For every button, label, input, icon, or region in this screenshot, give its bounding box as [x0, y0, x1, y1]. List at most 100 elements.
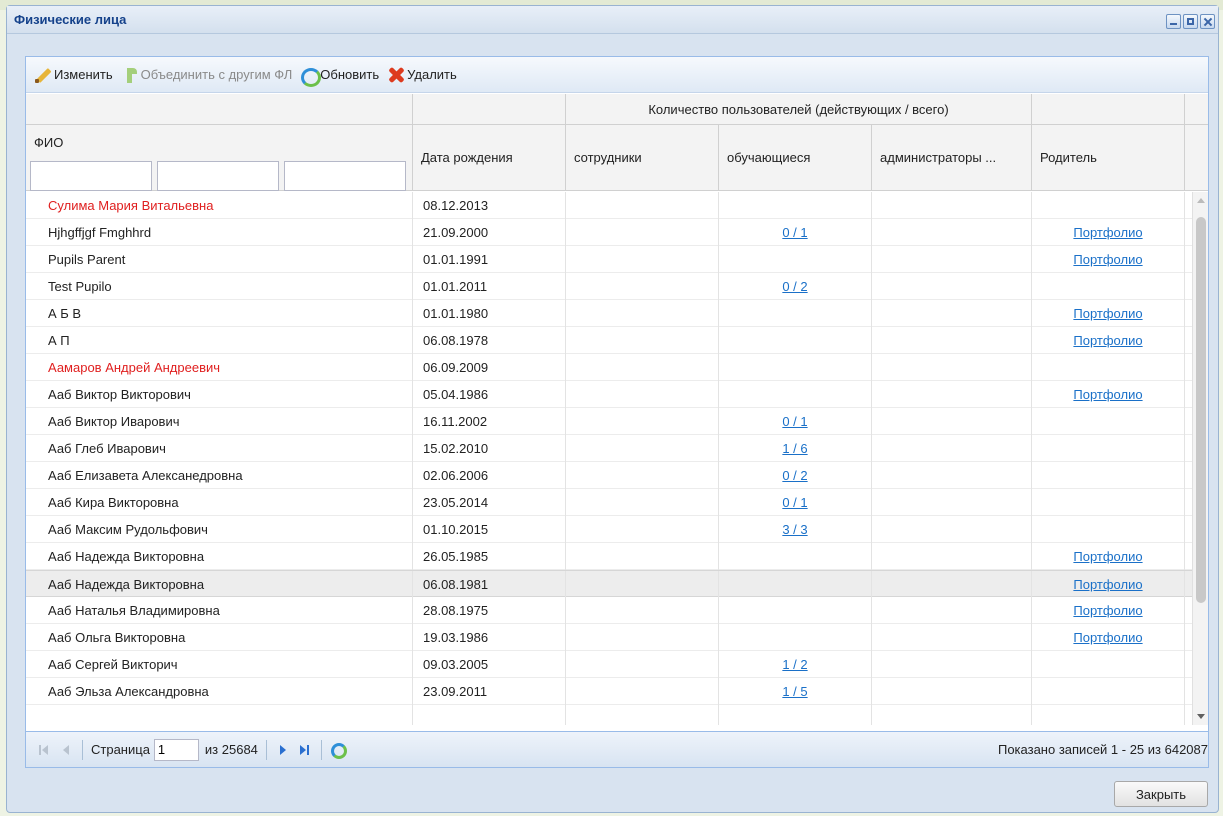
table-row[interactable]: Pupils Parent 01.01.1991 Портфолио [26, 246, 1192, 273]
pager-separator [265, 739, 267, 760]
students-count-link[interactable]: 3 / 3 [782, 522, 807, 537]
students-count-link[interactable]: 1 / 5 [782, 684, 807, 699]
minimize-icon[interactable] [1166, 14, 1181, 29]
pager-refresh-icon[interactable] [330, 742, 347, 759]
portfolio-link[interactable]: Портфолио [1073, 225, 1142, 240]
table-row[interactable]: Ааб Надежда Викторовна 06.08.1981 Портфоли… [26, 570, 1192, 598]
column-header-admins[interactable]: администраторы ... [872, 125, 1032, 190]
cell-admins [872, 624, 1032, 651]
column-header-birth-date[interactable]: Дата рождения [413, 125, 566, 190]
filter-name-input[interactable] [157, 161, 279, 191]
cell-admins [872, 246, 1032, 273]
window-physical-persons: Физические лица Изменить Объединить с др… [6, 5, 1219, 813]
students-count-link[interactable]: 0 / 2 [782, 279, 807, 294]
table-row[interactable]: А П 06.08.1978 Портфолио [26, 327, 1192, 354]
portfolio-link[interactable]: Портфолио [1073, 252, 1142, 267]
prev-page-icon[interactable] [58, 742, 74, 758]
table-row[interactable]: Сулима Мария Витальевна 08.12.2013 [26, 192, 1192, 219]
cell-birth-date: 01.01.1991 [413, 246, 566, 273]
grid-header-group-row: Количество пользователей (действующих / … [26, 94, 1208, 125]
table-row[interactable]: Hjhgffjgf Fmghhrd 21.09.2000 0 / 1 Портфоли… [26, 219, 1192, 246]
page-number-input[interactable] [153, 738, 199, 761]
edit-button[interactable]: Изменить [34, 66, 113, 84]
students-count-link[interactable]: 0 / 1 [782, 225, 807, 240]
birth-date: 01.10.2015 [423, 522, 489, 537]
birth-date: 05.04.1986 [423, 387, 489, 402]
last-page-icon[interactable] [297, 742, 313, 758]
table-row[interactable] [26, 705, 1192, 725]
table-row[interactable]: Ааб Надежда Викторовна 26.05.1985 Портфоли… [26, 543, 1192, 570]
filter-patronymic-input[interactable] [284, 161, 406, 191]
cell-students: 1 / 2 [719, 651, 872, 678]
cell-parent [1032, 489, 1185, 516]
cell-parent: Портфолио [1032, 624, 1185, 651]
table-row[interactable]: А Б В 01.01.1980 Портфолио [26, 300, 1192, 327]
scroll-up-icon[interactable] [1197, 198, 1205, 203]
vertical-scrollbar[interactable] [1192, 192, 1208, 725]
person-name: Ааб Эльза Александровна [48, 684, 209, 699]
portfolio-link[interactable]: Портфолио [1073, 577, 1142, 592]
birth-date: 06.08.1981 [423, 577, 489, 592]
first-page-icon[interactable] [36, 742, 52, 758]
scroll-down-icon[interactable] [1197, 714, 1205, 719]
window-titlebar[interactable]: Физические лица [7, 6, 1218, 34]
students-count-link[interactable]: 0 / 2 [782, 468, 807, 483]
table-row[interactable]: Ааб Виктор Иварович 16.11.2002 0 / 1 [26, 408, 1192, 435]
table-row[interactable]: Ааб Елизавета Алексанедровна 02.06.2006 0 … [26, 462, 1192, 489]
delete-button[interactable]: Удалить [387, 66, 457, 84]
table-row[interactable]: Ааб Сергей Викторич 09.03.2005 1 / 2 [26, 651, 1192, 678]
cell-staff [566, 624, 719, 651]
cell-parent [1032, 192, 1185, 219]
person-name: Ааб Виктор Викторович [48, 387, 191, 402]
students-count-link[interactable]: 1 / 2 [782, 657, 807, 672]
merge-button[interactable]: Объединить с другим ФЛ [121, 66, 292, 84]
records-info: Показано записей 1 - 25 из 642087 [997, 742, 1208, 757]
cell-staff [566, 571, 719, 598]
scroll-thumb[interactable] [1196, 217, 1206, 603]
table-row[interactable]: Ааб Виктор Викторович 05.04.1986 Портфолио [26, 381, 1192, 408]
column-header-staff[interactable]: сотрудники [566, 125, 719, 190]
table-row[interactable]: Ааб Глеб Иварович 15.02.2010 1 / 6 [26, 435, 1192, 462]
cell-admins [872, 300, 1032, 327]
students-count-link[interactable]: 0 / 1 [782, 495, 807, 510]
column-header-parent[interactable]: Родитель [1032, 125, 1185, 190]
person-name: А П [48, 333, 70, 348]
cell-birth-date: 05.04.1986 [413, 381, 566, 408]
close-button[interactable]: Закрыть [1114, 781, 1208, 807]
portfolio-link[interactable]: Портфолио [1073, 333, 1142, 348]
pager-separator [82, 739, 83, 760]
portfolio-link[interactable]: Портфолио [1073, 603, 1142, 618]
table-row[interactable]: Аамаров Андрей Андреевич 06.09.2009 [26, 354, 1192, 381]
cell-admins [872, 435, 1032, 462]
table-row[interactable]: Ааб Эльза Александровна 23.09.2011 1 / 5 [26, 678, 1192, 705]
cell-staff [566, 516, 719, 543]
column-header-fio[interactable]: ФИО [26, 125, 413, 191]
person-name: Аамаров Андрей Андреевич [48, 360, 221, 375]
next-page-icon[interactable] [275, 742, 291, 758]
portfolio-link[interactable]: Портфолио [1073, 630, 1142, 645]
portfolio-link[interactable]: Портфолио [1073, 387, 1142, 402]
table-row[interactable]: Ааб Ольга Викторовна 19.03.1986 Портфолио [26, 624, 1192, 651]
header-group-empty-1 [26, 94, 413, 124]
birth-date: 15.02.2010 [423, 441, 489, 456]
portfolio-link[interactable]: Портфолио [1073, 306, 1142, 321]
column-header-students[interactable]: обучающиеся [719, 125, 872, 190]
cell-parent [1032, 516, 1185, 543]
maximize-icon[interactable] [1183, 14, 1198, 29]
refresh-button-label: Обновить [320, 67, 380, 82]
birth-date: 01.01.1991 [423, 252, 489, 267]
cell-birth-date: 08.12.2013 [413, 192, 566, 219]
students-count-link[interactable]: 1 / 6 [782, 441, 807, 456]
close-icon[interactable] [1200, 14, 1215, 29]
portfolio-link[interactable]: Портфолио [1073, 549, 1142, 564]
table-row[interactable]: Ааб Наталья Владимировна 28.08.1975 Портфо… [26, 597, 1192, 624]
cell-students [719, 571, 872, 598]
table-row[interactable]: Test Pupilo 01.01.2011 0 / 2 [26, 273, 1192, 300]
birth-date: 06.09.2009 [423, 360, 489, 375]
refresh-button[interactable]: Обновить [300, 66, 380, 87]
table-row[interactable]: Ааб Кира Викторовна 23.05.2014 0 / 1 [26, 489, 1192, 516]
filter-surname-input[interactable] [30, 161, 152, 191]
table-row[interactable]: Ааб Максим Рудольфович 01.10.2015 3 / 3 [26, 516, 1192, 543]
cell-students [719, 597, 872, 624]
students-count-link[interactable]: 0 / 1 [782, 414, 807, 429]
